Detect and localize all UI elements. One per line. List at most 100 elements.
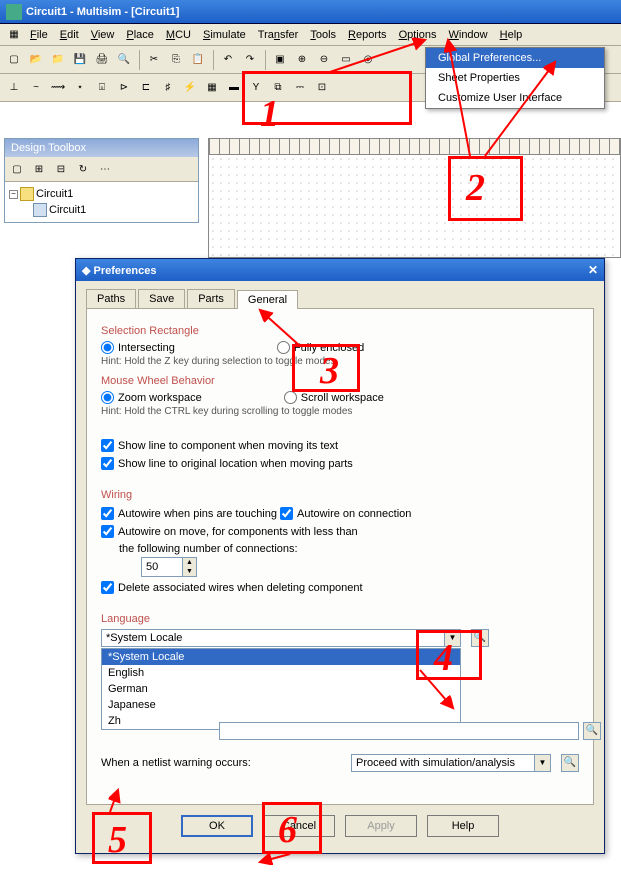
zoom-out-icon[interactable]: ⊖	[314, 50, 334, 70]
help-button[interactable]: Help	[427, 815, 499, 837]
lang-opt-german[interactable]: German	[102, 681, 460, 697]
save-icon[interactable]: 💾	[70, 50, 90, 70]
open2-icon[interactable]: 📁	[48, 50, 68, 70]
combo-language[interactable]: ▼	[101, 629, 461, 647]
menu-place[interactable]: Place	[120, 26, 160, 44]
tabs: Paths Save Parts General	[86, 289, 594, 309]
tbx-btn1[interactable]: ▢	[7, 159, 27, 179]
comp3-icon[interactable]: ⟿	[48, 78, 68, 98]
design-toolbox: Design Toolbox ▢ ⊞ ⊟ ↻ ⋯ − Circuit1 Circ…	[4, 138, 199, 223]
comp9-icon[interactable]: ⚡	[180, 78, 200, 98]
comp8-icon[interactable]: ♯	[158, 78, 178, 98]
radio-intersecting[interactable]: Intersecting	[101, 341, 175, 354]
menu-help[interactable]: Help	[494, 26, 529, 44]
apply-button[interactable]: Apply	[345, 815, 417, 837]
open-icon[interactable]: 📂	[26, 50, 46, 70]
comp7-icon[interactable]: ⊏	[136, 78, 156, 98]
tbx-btn2[interactable]: ⊞	[29, 159, 49, 179]
circuit-icon	[33, 203, 47, 217]
menu-transfer[interactable]: Transfer	[252, 26, 305, 44]
spinner-down-icon[interactable]: ▼	[182, 567, 196, 576]
comp6-icon[interactable]: ⊳	[114, 78, 134, 98]
tree-child[interactable]: Circuit1	[49, 204, 86, 216]
canvas[interactable]	[208, 138, 621, 258]
tbx-btn3[interactable]: ⊟	[51, 159, 71, 179]
comp11-icon[interactable]: ▬	[224, 78, 244, 98]
combo-language-input[interactable]	[102, 630, 444, 646]
radio-zoom-workspace[interactable]: Zoom workspace	[101, 391, 202, 404]
dialog-title: Preferences	[94, 265, 157, 277]
empty-field[interactable]	[220, 723, 578, 739]
chk-autowire-move[interactable]: Autowire on move, for components with le…	[101, 525, 358, 538]
annotation-3: 3	[320, 349, 339, 393]
dd-global-prefs[interactable]: Global Preferences...	[426, 48, 604, 68]
lang-opt-english[interactable]: English	[102, 665, 460, 681]
chevron-down-icon[interactable]: ▼	[534, 755, 550, 771]
chk-show-line-orig[interactable]: Show line to original location when movi…	[101, 457, 353, 470]
combo-netlist-input[interactable]	[352, 755, 534, 771]
dialog-titlebar: ◆ Preferences ✕	[76, 259, 604, 281]
chk-show-line-text[interactable]: Show line to component when moving its t…	[101, 439, 338, 452]
spinner-up-icon[interactable]: ▲	[182, 558, 196, 567]
dialog-icon: ◆	[82, 265, 94, 277]
annotation-box-2	[448, 156, 523, 221]
close-icon[interactable]: ✕	[588, 263, 598, 277]
cut-icon[interactable]: ✂	[144, 50, 164, 70]
preview-icon[interactable]: 🔍	[114, 50, 134, 70]
annotation-6: 6	[278, 808, 297, 852]
options-dropdown: Global Preferences... Sheet Properties C…	[425, 47, 605, 109]
tbx-btn4[interactable]: ↻	[73, 159, 93, 179]
tab-save[interactable]: Save	[138, 289, 185, 308]
ok-button[interactable]: OK	[181, 815, 253, 837]
comp5-icon[interactable]: ⌻	[92, 78, 112, 98]
chk-autowire-conn[interactable]: Autowire on connection	[280, 507, 411, 520]
comp-icon[interactable]: ⊥	[4, 78, 24, 98]
menu-view[interactable]: View	[85, 26, 121, 44]
listbox-language: *System Locale English German Japanese Z…	[101, 648, 461, 730]
lang-opt-japanese[interactable]: Japanese	[102, 697, 460, 713]
menu-window[interactable]: Window	[442, 26, 493, 44]
lookup-netlist-icon[interactable]: 🔍	[561, 754, 579, 772]
menu-mcu[interactable]: MCU	[160, 26, 197, 44]
zoom-area-icon[interactable]: ▭	[336, 50, 356, 70]
comp4-icon[interactable]: ⋆	[70, 78, 90, 98]
tab-parts[interactable]: Parts	[187, 289, 235, 308]
print-icon[interactable]: 🖨	[92, 50, 112, 70]
comp10-icon[interactable]: ▦	[202, 78, 222, 98]
tab-general[interactable]: General	[237, 290, 298, 309]
lang-opt-system[interactable]: *System Locale	[102, 649, 460, 665]
lookup-empty-icon[interactable]: 🔍	[583, 722, 601, 740]
ruler-horizontal	[209, 139, 620, 155]
menu-edit[interactable]: Edit	[54, 26, 85, 44]
chk-autowire-pins[interactable]: Autowire when pins are touching	[101, 507, 277, 520]
copy-icon[interactable]: ⎘	[166, 50, 186, 70]
zoom-fit-icon[interactable]: ▣	[270, 50, 290, 70]
tree-collapse-icon[interactable]: −	[9, 190, 18, 199]
redo-icon[interactable]: ↷	[240, 50, 260, 70]
tab-paths[interactable]: Paths	[86, 289, 136, 308]
zoom-in-icon[interactable]: ⊕	[292, 50, 312, 70]
tree-root[interactable]: Circuit1	[36, 188, 73, 200]
undo-icon[interactable]: ↶	[218, 50, 238, 70]
spinner-input[interactable]	[142, 558, 182, 576]
menu-tools[interactable]: Tools	[304, 26, 342, 44]
paste-icon[interactable]: 📋	[188, 50, 208, 70]
comp2-icon[interactable]: ~	[26, 78, 46, 98]
menu-simulate[interactable]: Simulate	[197, 26, 252, 44]
toolbox-title: Design Toolbox	[5, 139, 198, 157]
menu-options[interactable]: Options	[393, 26, 443, 44]
zoom-sheet-icon[interactable]: ◎	[358, 50, 378, 70]
tbx-btn5[interactable]: ⋯	[95, 159, 115, 179]
new-icon[interactable]: ▢	[4, 50, 24, 70]
combo-netlist[interactable]: ▼	[351, 754, 551, 772]
menu-reports[interactable]: Reports	[342, 26, 393, 44]
dd-customize-ui[interactable]: Customize User Interface	[426, 88, 604, 108]
hint-wheel: Hint: Hold the CTRL key during scrolling…	[101, 406, 579, 417]
section-wiring: Wiring	[101, 489, 579, 501]
app-icon	[6, 4, 22, 20]
menu-file[interactable]: File	[24, 26, 54, 44]
annotation-5: 5	[108, 818, 127, 862]
dd-sheet-props[interactable]: Sheet Properties	[426, 68, 604, 88]
chk-delete-wires[interactable]: Delete associated wires when deleting co…	[101, 581, 363, 594]
spinner-connections[interactable]: ▲▼	[141, 557, 197, 577]
